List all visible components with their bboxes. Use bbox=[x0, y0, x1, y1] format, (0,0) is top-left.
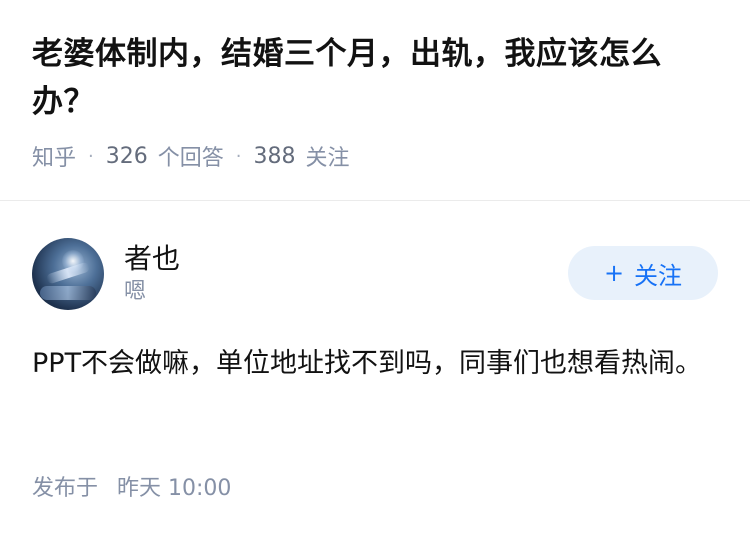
answer-count-label[interactable]: 个回答 bbox=[158, 140, 224, 172]
answer-card: 者也 嗯 + 关注 PPT不会做嘛，单位地址找不到吗，同事们也想看热闹。 bbox=[32, 236, 718, 386]
question-header: 老婆体制内，结婚三个月，出轨，我应该怎么办？ 知乎 · 326 个回答 · 38… bbox=[0, 0, 750, 172]
plus-icon: + bbox=[603, 259, 625, 287]
follower-count-label: 关注 bbox=[305, 146, 350, 171]
source-label[interactable]: 知乎 bbox=[32, 140, 76, 172]
section-divider bbox=[0, 200, 750, 201]
avatar[interactable] bbox=[32, 238, 104, 310]
author-info: 者也 嗯 bbox=[124, 241, 180, 307]
answer-count: 326 bbox=[105, 143, 148, 169]
published-label: 发布于 bbox=[32, 476, 99, 501]
follow-button-label: 关注 bbox=[634, 261, 683, 290]
author-row: 者也 嗯 + 关注 bbox=[32, 236, 718, 312]
meta-separator: · bbox=[235, 145, 242, 167]
answer-content[interactable]: PPT不会做嘛，单位地址找不到吗，同事们也想看热闹。 bbox=[32, 342, 718, 386]
question-meta: 知乎 · 326 个回答 · 388 关注 bbox=[32, 140, 718, 172]
publish-info: 发布于 昨天 10:00 bbox=[32, 470, 231, 502]
follower-count: 388 bbox=[253, 143, 296, 169]
follow-button[interactable]: + 关注 bbox=[568, 246, 718, 300]
question-title[interactable]: 老婆体制内，结婚三个月，出轨，我应该怎么办？ bbox=[32, 30, 718, 126]
avatar-band bbox=[40, 286, 96, 300]
published-time: 昨天 10:00 bbox=[117, 476, 232, 501]
meta-separator: · bbox=[88, 145, 94, 167]
author-bio: 嗯 bbox=[124, 279, 147, 304]
author-name[interactable]: 者也 bbox=[124, 241, 180, 277]
